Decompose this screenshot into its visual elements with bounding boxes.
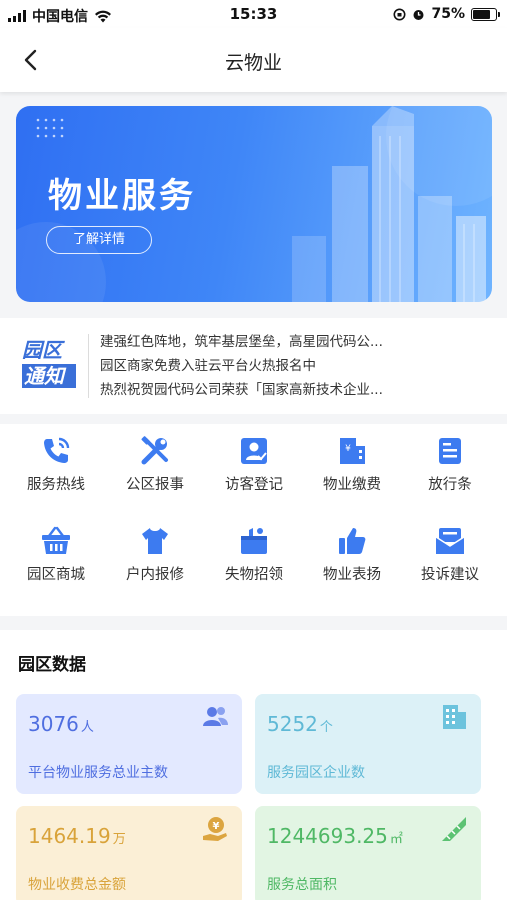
notice-divider	[88, 334, 89, 398]
stat-value-wrap: 1464.19 万	[28, 824, 126, 848]
service-property-fee[interactable]: ¥ 物业缴费	[302, 424, 402, 504]
stat-unit: ㎡	[389, 832, 403, 847]
stat-unit: 个	[319, 720, 333, 735]
banner-title: 物业服务	[48, 176, 196, 216]
stat-unit: 人	[80, 720, 94, 735]
service-label: 放行条	[428, 477, 472, 493]
stat-value: 1464.19	[28, 824, 111, 848]
notice-item[interactable]: 热烈祝贺园代码公司荣获「国家高新技术企业...	[100, 378, 420, 402]
service-label: 失物招领	[225, 567, 283, 583]
svg-text:¥: ¥	[345, 444, 351, 454]
service-label: 户内报修	[126, 567, 184, 583]
service-label: 物业表扬	[323, 567, 381, 583]
service-public-report[interactable]: 公区报事	[105, 424, 205, 504]
service-hotline[interactable]: 服务热线	[6, 424, 106, 504]
stat-label: 平台物业服务总业主数	[28, 765, 168, 781]
status-bar: 中国电信 15:33 75%	[0, 0, 507, 28]
service-mall[interactable]: 园区商城	[6, 514, 106, 594]
promo-banner[interactable]: 物业服务 了解详情	[16, 106, 492, 302]
battery-percent: 75%	[431, 6, 465, 22]
park-data-section: 园区数据 3076 人 平台物业服务总业主数 5252 个 服务园区企业数 1464…	[0, 630, 507, 900]
building-fee-icon: ¥	[340, 438, 365, 464]
stat-value: 1244693.25	[267, 824, 388, 848]
building-icon	[443, 705, 466, 729]
users-icon	[203, 707, 228, 726]
service-label: 访客登记	[225, 477, 283, 493]
status-right: 75%	[393, 6, 500, 22]
nav-bar: 云物业	[0, 28, 507, 92]
phone-icon	[44, 437, 70, 463]
thumbs-up-icon	[339, 528, 366, 554]
service-label: 公区报事	[126, 477, 184, 493]
mail-icon	[435, 528, 465, 554]
stat-value: 3076	[28, 712, 79, 736]
service-lost-found[interactable]: 失物招领	[204, 514, 304, 594]
notice-board[interactable]: 园区 通知 建强红色阵地，筑牢基层堡垒，高星园代码公... 园区商家免费入驻云平…	[0, 318, 507, 414]
stat-value-wrap: 1244693.25 ㎡	[267, 824, 403, 848]
stat-value-wrap: 3076 人	[28, 712, 94, 736]
stat-card-owners[interactable]: 3076 人 平台物业服务总业主数	[16, 694, 242, 794]
stat-card-area[interactable]: 1244693.25 ㎡ 服务总面积	[255, 806, 481, 900]
stat-card-enterprises[interactable]: 5252 个 服务园区企业数	[255, 694, 481, 794]
service-label: 物业缴费	[323, 477, 381, 493]
notice-logo: 园区 通知	[22, 338, 76, 392]
notice-item[interactable]: 园区商家免费入驻云平台火热报名中	[100, 354, 420, 378]
service-visitor[interactable]: 访客登记	[204, 424, 304, 504]
visitor-icon	[241, 438, 267, 464]
service-label: 服务热线	[27, 477, 85, 493]
lost-found-icon	[241, 528, 267, 554]
service-label: 园区商城	[27, 567, 85, 583]
stat-label: 物业收费总金额	[28, 877, 126, 893]
stat-label: 服务总面积	[267, 877, 337, 893]
service-indoor-repair[interactable]: 户内报修	[105, 514, 205, 594]
svg-text:¥: ¥	[213, 821, 220, 832]
notice-item[interactable]: 建强红色阵地，筑牢基层堡垒，高星园代码公...	[100, 330, 420, 354]
notice-list: 建强红色阵地，筑牢基层堡垒，高星园代码公... 园区商家免费入驻云平台火热报名中…	[100, 330, 420, 402]
city-illustration	[292, 106, 486, 302]
alarm-icon	[413, 9, 424, 20]
page-title: 云物业	[224, 52, 282, 74]
stat-value: 5252	[267, 712, 318, 736]
ruler-icon	[442, 817, 466, 841]
battery-icon	[471, 7, 500, 21]
stat-unit: 万	[112, 832, 126, 847]
stat-value-wrap: 5252 个	[267, 712, 333, 736]
notice-logo-line1: 园区	[22, 338, 62, 362]
stat-label: 服务园区企业数	[267, 765, 365, 781]
service-label: 投诉建议	[421, 567, 479, 583]
repair-icon	[142, 528, 168, 554]
section-title: 园区数据	[18, 655, 86, 675]
learn-more-button[interactable]: 了解详情	[46, 226, 152, 254]
notice-logo-line2: 通知	[22, 364, 76, 388]
service-grid: 服务热线 公区报事 访客登记 ¥ 物业缴费 放行条 园区商城 户内报修 失物招领…	[0, 424, 507, 616]
orientation-lock-icon	[393, 8, 406, 20]
service-complaint[interactable]: 投诉建议	[400, 514, 500, 594]
service-praise[interactable]: 物业表扬	[302, 514, 402, 594]
tools-icon	[141, 436, 168, 465]
service-pass-slip[interactable]: 放行条	[400, 424, 500, 504]
stat-card-fees[interactable]: 1464.19 万 物业收费总金额 ¥	[16, 806, 242, 900]
yuan-hand-icon: ¥	[203, 817, 227, 841]
basket-icon	[42, 526, 70, 554]
pass-slip-icon	[439, 438, 461, 464]
